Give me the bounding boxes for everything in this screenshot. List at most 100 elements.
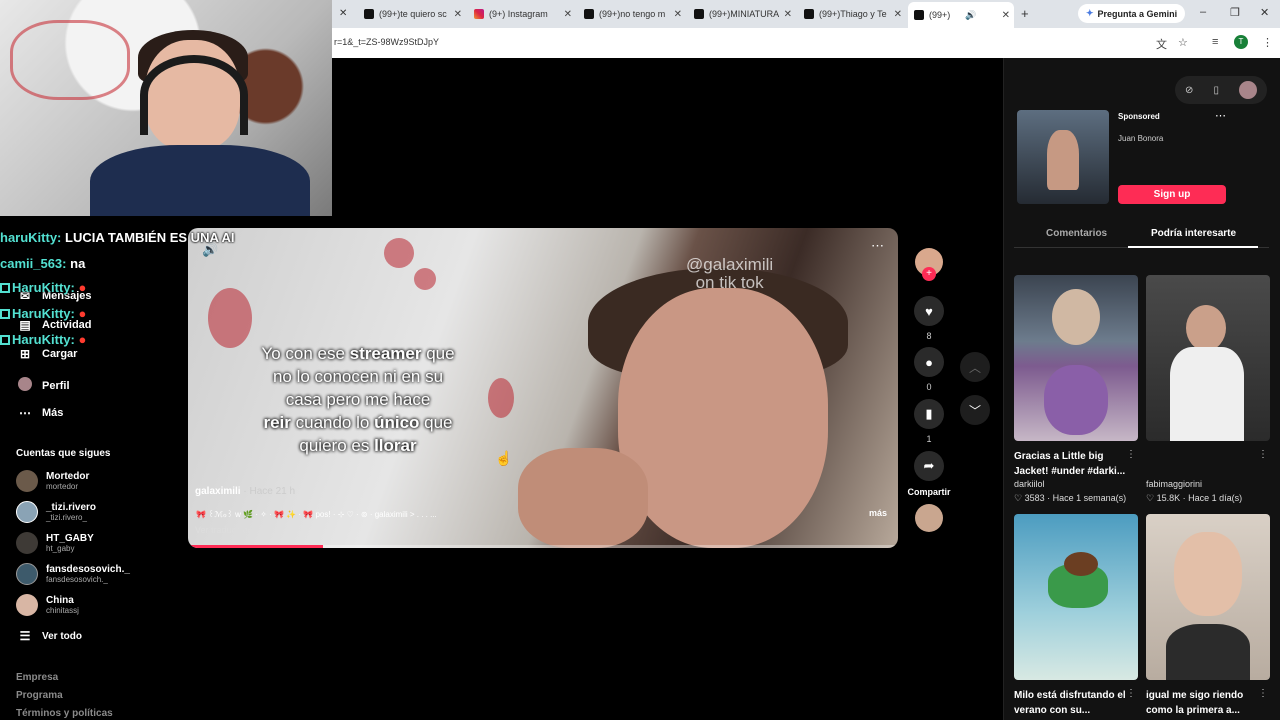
close-icon[interactable]: ✕ <box>784 9 792 20</box>
footer-link-company[interactable]: Empresa <box>16 672 58 683</box>
chat-user: HaruKitty: <box>12 280 75 295</box>
audio-icon[interactable]: 🔊 <box>965 10 976 21</box>
graffiti-spot <box>488 378 514 418</box>
browser-tab[interactable]: (9+) Instagram ✕ <box>468 4 576 24</box>
related-video-card[interactable]: Milo está disfrutando el verano con su..… <box>1014 514 1138 718</box>
figure-shape <box>1186 305 1226 351</box>
mouse-cursor-icon: ☝ <box>495 450 513 466</box>
graffiti-spot <box>414 268 436 290</box>
caption-text: no lo conocen ni en su <box>272 367 444 386</box>
ad-more-icon[interactable]: ⋯ <box>1215 109 1226 122</box>
ad-author: Juan Bonora <box>1118 134 1164 143</box>
next-video-button[interactable]: ﹀ <box>960 395 990 425</box>
footer-link-terms[interactable]: Términos y políticas <box>16 708 113 719</box>
more-button[interactable]: más <box>869 508 887 518</box>
profile-avatar[interactable]: T <box>1234 35 1248 49</box>
streamer-shirt <box>90 145 310 216</box>
browser-tab[interactable]: (99+)te quiero sc ✕ <box>358 4 466 24</box>
avatar <box>16 532 38 554</box>
footer-link-program[interactable]: Programa <box>16 690 63 701</box>
account-handle: mortedor <box>46 481 79 491</box>
see-all-link[interactable]: ☰ Ver todo <box>18 629 82 643</box>
close-icon[interactable]: ✕ <box>564 9 572 20</box>
following-account[interactable]: China chinitassj <box>16 594 79 616</box>
see-all-label: Ver todo <box>42 630 83 642</box>
chat-message: HaruKitty: ● <box>0 332 86 347</box>
save-button[interactable]: ▮ <box>914 399 944 429</box>
browser-tab[interactable]: (99+)Thiago y Te ✕ <box>798 4 906 24</box>
browser-tab-active[interactable]: (99+) 🔊 ✕ <box>908 2 1014 28</box>
card-more-icon[interactable]: ⋮ <box>1258 449 1268 460</box>
video-more-icon[interactable]: ⋯ <box>871 238 884 254</box>
translate-icon[interactable]: 文 <box>1156 36 1167 52</box>
browser-tab[interactable]: (99+)MINIATURA ✕ <box>688 4 796 24</box>
new-tab-icon[interactable]: + <box>1021 6 1029 21</box>
nav-item-profile[interactable]: Perfil <box>18 377 70 394</box>
video-thumbnail <box>1146 514 1270 680</box>
user-avatar[interactable] <box>1238 81 1257 99</box>
video-author: darkiilol <box>1014 479 1045 489</box>
bookmark-star-icon[interactable]: ☆ <box>1178 36 1188 49</box>
video-author[interactable]: galaximili · Hace 21 h <box>195 486 295 497</box>
sound-avatar[interactable] <box>915 504 943 532</box>
related-video-card[interactable]: igual me sigo riendo como la primera a..… <box>1146 514 1270 718</box>
following-account[interactable]: Mortedor mortedor <box>16 470 89 492</box>
sign-up-button[interactable]: Sign up <box>1118 185 1226 204</box>
following-account[interactable]: HT_GABY ht_gaby <box>16 532 94 554</box>
ad-thumbnail[interactable] <box>1017 110 1109 204</box>
account-name: China <box>46 594 74 606</box>
maximize-icon[interactable]: ❐ <box>1230 6 1240 19</box>
like-button[interactable]: ♥ <box>914 296 944 326</box>
like-count: ♡ 15.8K <box>1146 493 1181 503</box>
close-icon[interactable]: ✕ <box>454 9 462 20</box>
compass-icon[interactable]: ⊘ <box>1185 85 1193 96</box>
tab-label: (99+) <box>929 10 951 20</box>
video-player[interactable]: @galaximili on tik tok Yo con ese stream… <box>188 228 898 548</box>
gemini-icon: ✦ <box>1086 8 1094 18</box>
comment-button[interactable]: ● <box>914 347 944 377</box>
following-account[interactable]: _tizi.rivero _tizi.rivero_ <box>16 501 96 523</box>
tab-related[interactable]: Podría interesarte <box>1151 228 1236 239</box>
nav-item-more[interactable]: ⋯ Más <box>18 406 63 420</box>
card-more-icon[interactable]: ⋮ <box>1258 688 1268 699</box>
see-translation-link[interactable]: Ver traducción <box>195 525 253 535</box>
share-label: Compartir <box>907 487 951 497</box>
phone-icon[interactable]: ▯ <box>1213 85 1219 96</box>
menu-icon[interactable]: ⋮ <box>1262 36 1273 49</box>
tab-comments[interactable]: Comentarios <box>1046 228 1107 239</box>
video-title: Milo está disfrutando el verano con su..… <box>1014 690 1126 716</box>
minimize-icon[interactable]: – <box>1200 6 1206 18</box>
card-more-icon[interactable]: ⋮ <box>1126 688 1136 699</box>
close-window-icon[interactable]: ✕ <box>1260 6 1269 19</box>
save-count: 1 <box>926 434 932 444</box>
following-account[interactable]: fansdesosovich._ fansdesosovich._ <box>16 563 130 585</box>
account-handle: chinitassj <box>46 605 79 615</box>
close-icon[interactable]: ✕ <box>1002 10 1010 21</box>
url-text[interactable]: r=1&_t=ZS-98Wz9StDJpY <box>334 37 439 47</box>
video-progress-bar[interactable] <box>188 545 898 548</box>
share-button[interactable]: ➦ <box>914 451 944 481</box>
streamer-headset <box>140 55 248 135</box>
tab-close-icon[interactable]: ✕ <box>339 8 347 19</box>
reading-list-icon[interactable]: ≡ <box>1212 36 1218 48</box>
tomato-emote-icon: ● <box>78 332 87 347</box>
previous-video-button[interactable]: ︿ <box>960 352 990 382</box>
figure-shape <box>1052 289 1100 345</box>
chat-user: camii_563: <box>0 256 67 271</box>
gemini-button[interactable]: ✦ Pregunta a Gemini <box>1078 4 1186 23</box>
chat-message: haruKitty: LUCIA TAMBIÉN ES UNA AI <box>0 230 235 245</box>
nav-item-upload[interactable]: ⊞ Cargar <box>18 347 78 361</box>
tab-label: (99+)Thiago y Te <box>819 9 887 19</box>
figure-shape <box>1064 552 1098 576</box>
close-icon[interactable]: ✕ <box>674 9 682 20</box>
follow-plus-icon[interactable]: + <box>922 267 936 281</box>
video-title <box>1146 449 1260 479</box>
tab-label: (9+) Instagram <box>489 9 548 19</box>
related-video-card[interactable]: Gracias a Little big Jacket! #under #dar… <box>1014 275 1138 504</box>
browser-tab[interactable]: (99+)no tengo m ✕ <box>578 4 686 24</box>
sponsored-label: Sponsored <box>1118 112 1160 121</box>
related-video-card[interactable]: ⋮ fabimaggiorini ♡ 15.8K · Hace 1 día(s) <box>1146 275 1270 504</box>
screen: { "browser": { "tabs": [ {"label": "(99+… <box>0 0 1280 720</box>
card-more-icon[interactable]: ⋮ <box>1126 449 1136 460</box>
close-icon[interactable]: ✕ <box>894 9 902 20</box>
